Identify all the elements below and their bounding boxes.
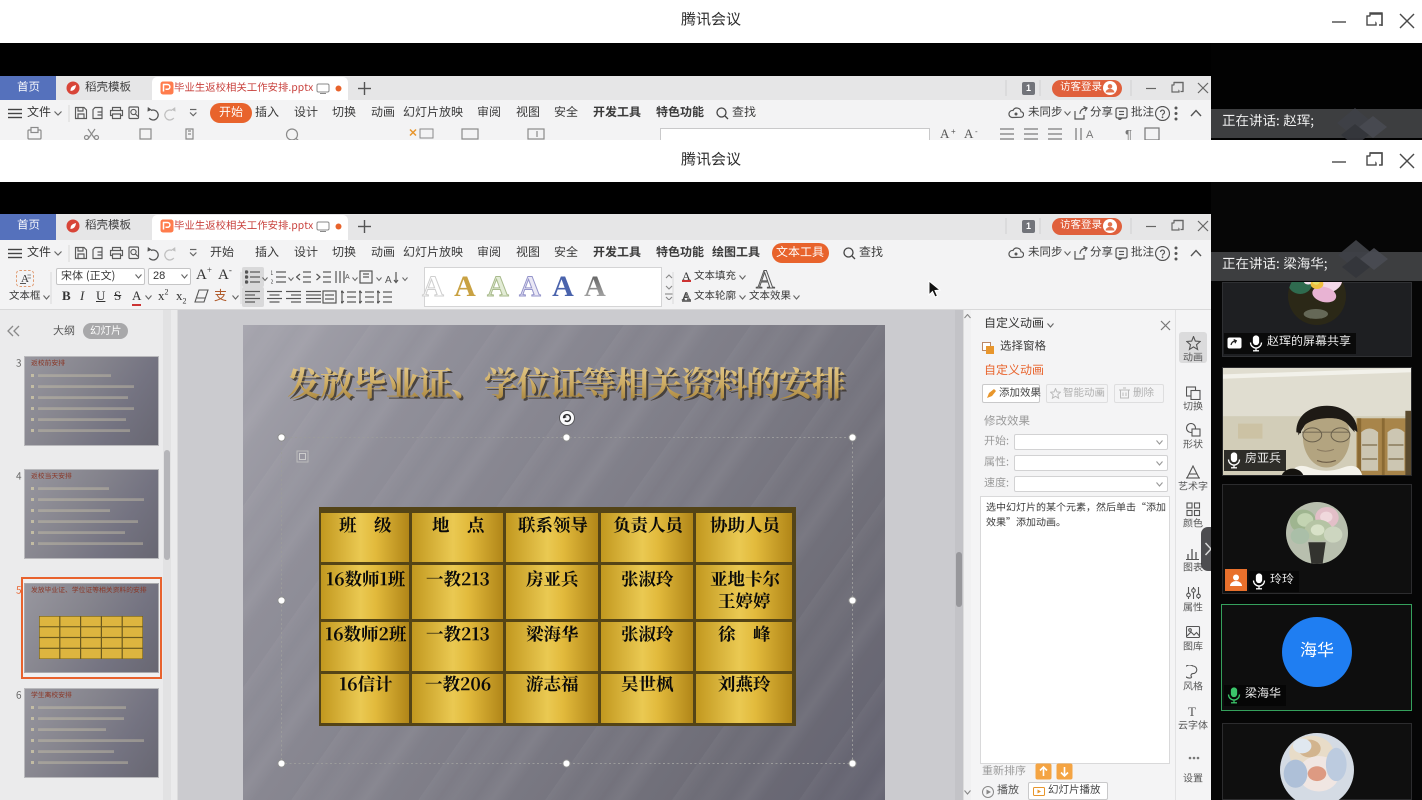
svg-text:支: 支 (214, 288, 227, 303)
svg-text:-: - (975, 127, 978, 136)
svg-text:A: A (385, 275, 392, 286)
svg-text:A: A (345, 274, 350, 281)
svg-text:+: + (951, 127, 956, 136)
svg-text:¶: ¶ (1125, 127, 1132, 140)
svg-text:1: 1 (271, 271, 274, 277)
svg-text:A: A (1086, 129, 1094, 140)
svg-text:T: T (1188, 704, 1196, 719)
svg-text:A: A (964, 126, 974, 140)
svg-text:2: 2 (271, 280, 274, 286)
svg-text:A: A (940, 126, 950, 140)
